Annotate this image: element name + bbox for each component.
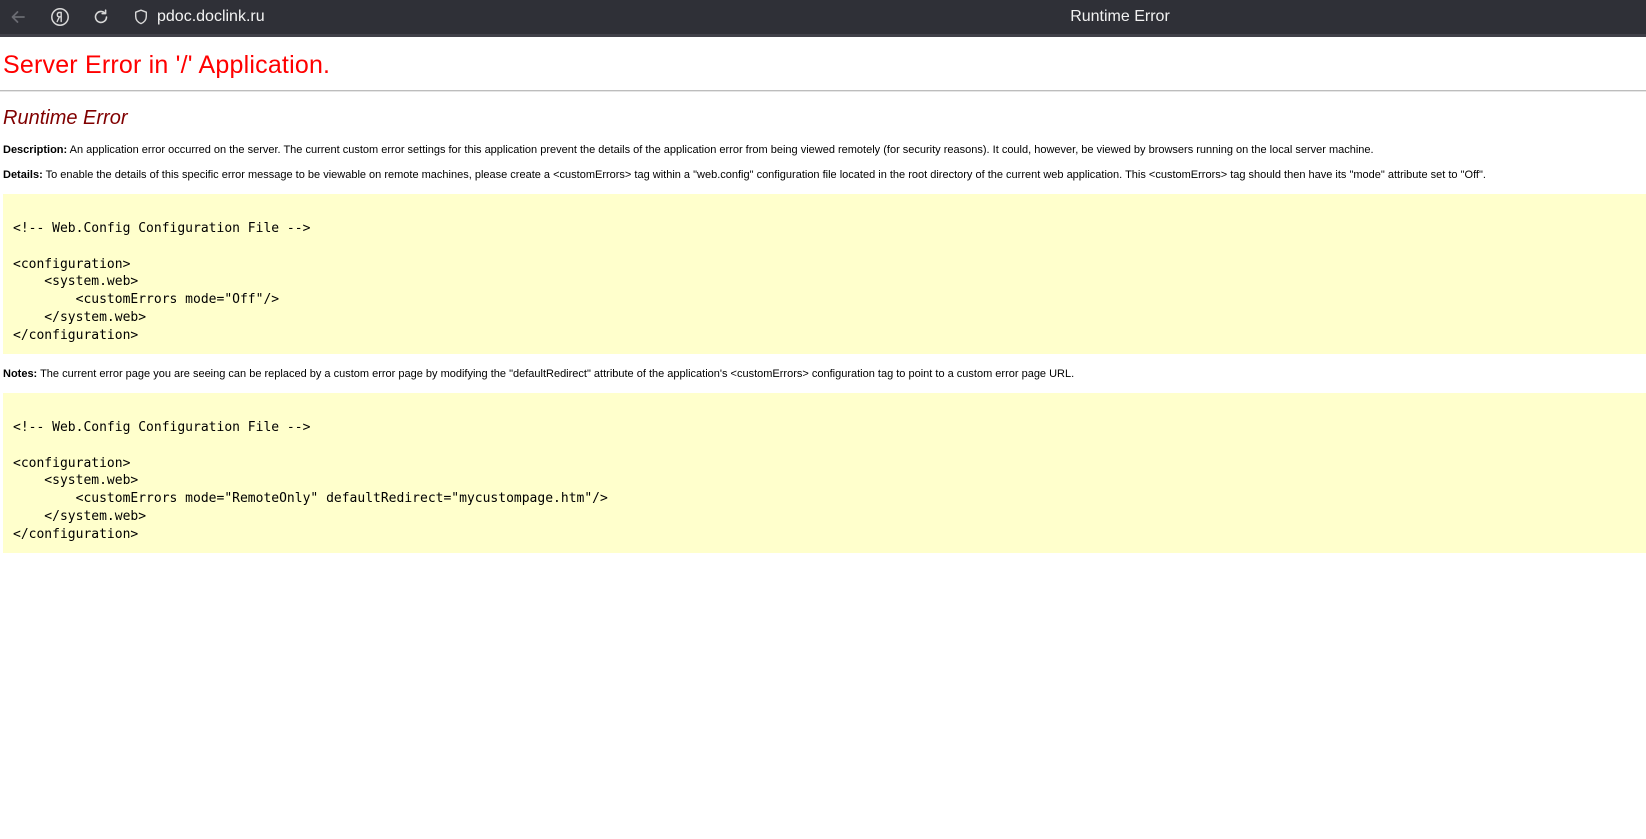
back-button[interactable] (6, 5, 30, 29)
page-title-tab: Runtime Error (1070, 8, 1170, 25)
shield-icon[interactable] (132, 8, 150, 26)
yandex-button[interactable] (48, 5, 72, 29)
details-text: To enable the details of this specific e… (42, 169, 1486, 181)
yandex-logo-icon (50, 7, 70, 27)
reload-icon (92, 8, 110, 26)
toolbar-divider (0, 34, 1646, 37)
arrow-left-icon (9, 8, 27, 26)
notes-paragraph: Notes: The current error page you are se… (3, 368, 1074, 381)
config-code-off: <!-- Web.Config Configuration File --> <… (13, 221, 311, 343)
address-bar[interactable]: pdoc.doclink.ru (128, 3, 668, 31)
redirect-code-block: <!-- Web.Config Configuration File --> <… (3, 393, 1646, 553)
browser-toolbar: pdoc.doclink.ru Runtime Error (0, 0, 1646, 37)
reload-button[interactable] (89, 5, 113, 29)
details-label: Details: (3, 169, 43, 181)
server-error-heading: Server Error in '/' Application. (3, 51, 331, 79)
details-paragraph: Details: To enable the details of this s… (3, 169, 1486, 182)
config-code-remote-only: <!-- Web.Config Configuration File --> <… (13, 420, 608, 542)
notes-label: Notes: (3, 368, 38, 380)
description-label: Description: (3, 144, 68, 156)
url-text[interactable]: pdoc.doclink.ru (157, 8, 265, 26)
config-code-block: <!-- Web.Config Configuration File --> <… (3, 194, 1646, 354)
heading-divider (0, 90, 1646, 92)
description-text: An application error occurred on the ser… (67, 144, 1374, 156)
description-paragraph: Description: An application error occurr… (3, 144, 1374, 157)
notes-text: The current error page you are seeing ca… (37, 368, 1075, 380)
runtime-error-heading: Runtime Error (3, 107, 128, 129)
